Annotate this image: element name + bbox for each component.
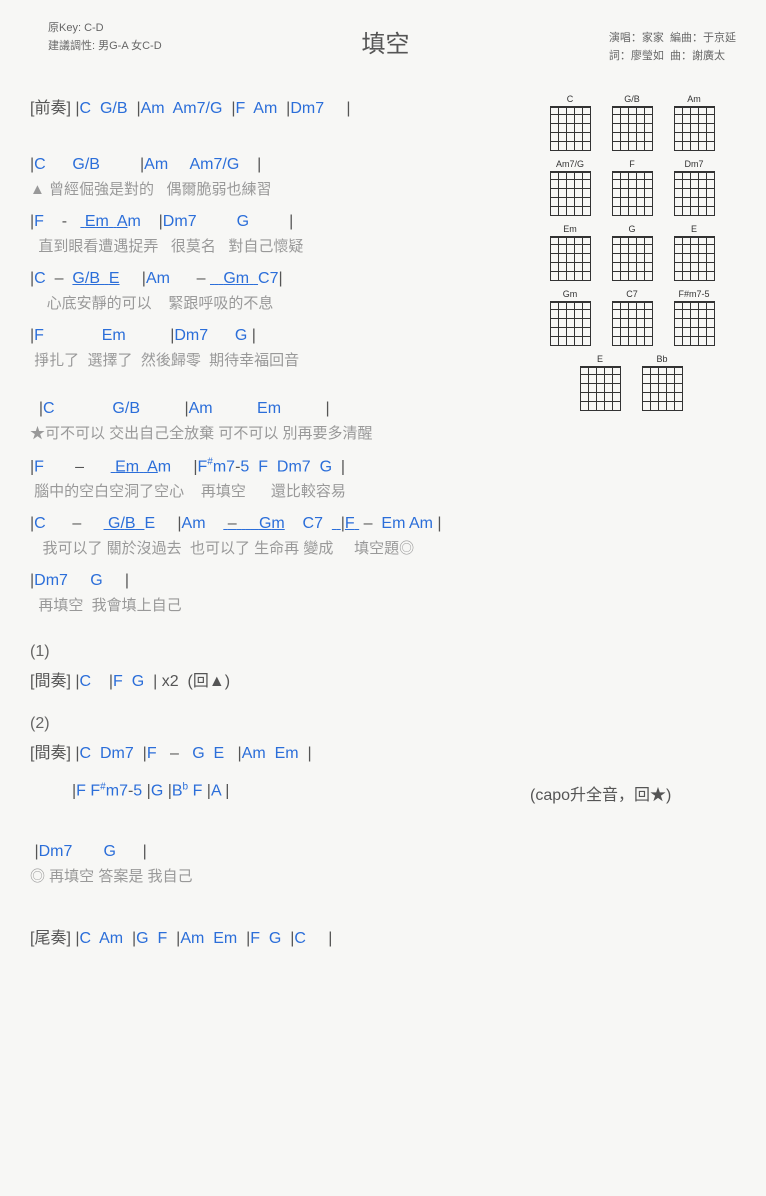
arranger: 編曲：于京延 — [670, 32, 736, 44]
verse-chords-2: |C – G/B E |Am – Gm C7| — [30, 270, 510, 288]
lyricist: 詞：廖瑩如 — [609, 50, 664, 62]
chord-diagram-C7: C7 — [608, 289, 656, 346]
chorus-chords-2: |C – G/B E |Am – Gm C7 |F – Em Am | — [30, 515, 510, 533]
verse-chords-3: |F Em |Dm7 G | — [30, 327, 510, 345]
interlude-2-line1: [間奏] |C Dm7 |F – G E |Am Em | — [30, 739, 510, 763]
chorus-lyrics-3: 再填空 我會填上自己 — [30, 594, 510, 615]
chord-diagram-F: F — [608, 159, 656, 216]
chorus-chords-0: |C G/B |Am Em | — [30, 400, 510, 418]
intro-line: [前奏] |C G/B |Am Am7/G |F Am |Dm7 | — [30, 94, 510, 118]
chord-diagram-E: E — [576, 354, 624, 411]
chord-diagram-Fm7-5: F#m7-5 — [670, 289, 718, 346]
chord-diagram-Gm: Gm — [546, 289, 594, 346]
chord-diagram-Dm7: Dm7 — [670, 159, 718, 216]
interlude-2-num: (2) — [30, 715, 510, 733]
chord-diagram-GB: G/B — [608, 94, 656, 151]
chord-diagram-Bb: Bb — [638, 354, 686, 411]
singer: 演唱：家家 — [609, 32, 664, 44]
chord-diagram-Am: Am — [670, 94, 718, 151]
verse-lyrics-0: ▲ 曾經倔強是對的 偶爾脆弱也練習 — [30, 178, 510, 199]
chord-diagram-E: E — [670, 224, 718, 281]
chord-diagram-C: C — [546, 94, 594, 151]
chorus-lyrics-0: ★可不可以 交出自己全放棄 可不可以 別再要多清醒 — [30, 422, 510, 443]
outro-line: [尾奏] |C Am |G F |Am Em |F G |C | — [30, 924, 510, 948]
composer: 曲：謝廣太 — [670, 50, 725, 62]
coda-chords: |Dm7 G | — [30, 843, 510, 861]
chorus-chords-3: |Dm7 G | — [30, 572, 510, 590]
chord-diagram-Am7G: Am7/G — [546, 159, 594, 216]
chord-sheet-body: [前奏] |C G/B |Am Am7/G |F Am |Dm7 | |C G/… — [30, 94, 510, 948]
coda-lyrics: ◎ 再填空 答案是 我自己 — [30, 865, 510, 886]
chorus-lyrics-2: 我可以了 關於沒過去 也可以了 生命再 變成 填空題◎ — [30, 537, 510, 558]
verse-lyrics-2: 心底安靜的可以 緊跟呼吸的不息 — [30, 292, 510, 313]
chorus-lyrics-1: 腦中的空白空洞了空心 再填空 還比較容易 — [30, 480, 510, 501]
capo-note: (capo升全音，回★) — [530, 781, 730, 805]
verse-chords-0: |C G/B |Am Am7/G | — [30, 156, 510, 174]
chord-diagrams-panel: CG/BAmAm7/GFDm7EmGEGmC7F#m7-5EBb — [546, 94, 746, 419]
interlude-1-num: (1) — [30, 643, 510, 661]
interlude-2-line2: |F F#m7-5 |G |Bb F |A | — [72, 781, 229, 805]
chord-diagram-Em: Em — [546, 224, 594, 281]
chord-diagram-G: G — [608, 224, 656, 281]
verse-chords-1: |F - Em Am |Dm7 G | — [30, 213, 510, 231]
meta-right-block: 演唱：家家 編曲：于京延 詞：廖瑩如 曲：謝廣太 — [609, 30, 736, 65]
interlude-1-line: [間奏] |C |F G | x2 (回▲) — [30, 667, 510, 691]
chorus-chords-1: |F – Em Am |F#m7-5 F Dm7 G | — [30, 457, 510, 476]
verse-lyrics-3: 掙扎了 選擇了 然後歸零 期待幸福回音 — [30, 349, 510, 370]
verse-lyrics-1: 直到眼看遭遇捉弄 很莫名 對自己懷疑 — [30, 235, 510, 256]
